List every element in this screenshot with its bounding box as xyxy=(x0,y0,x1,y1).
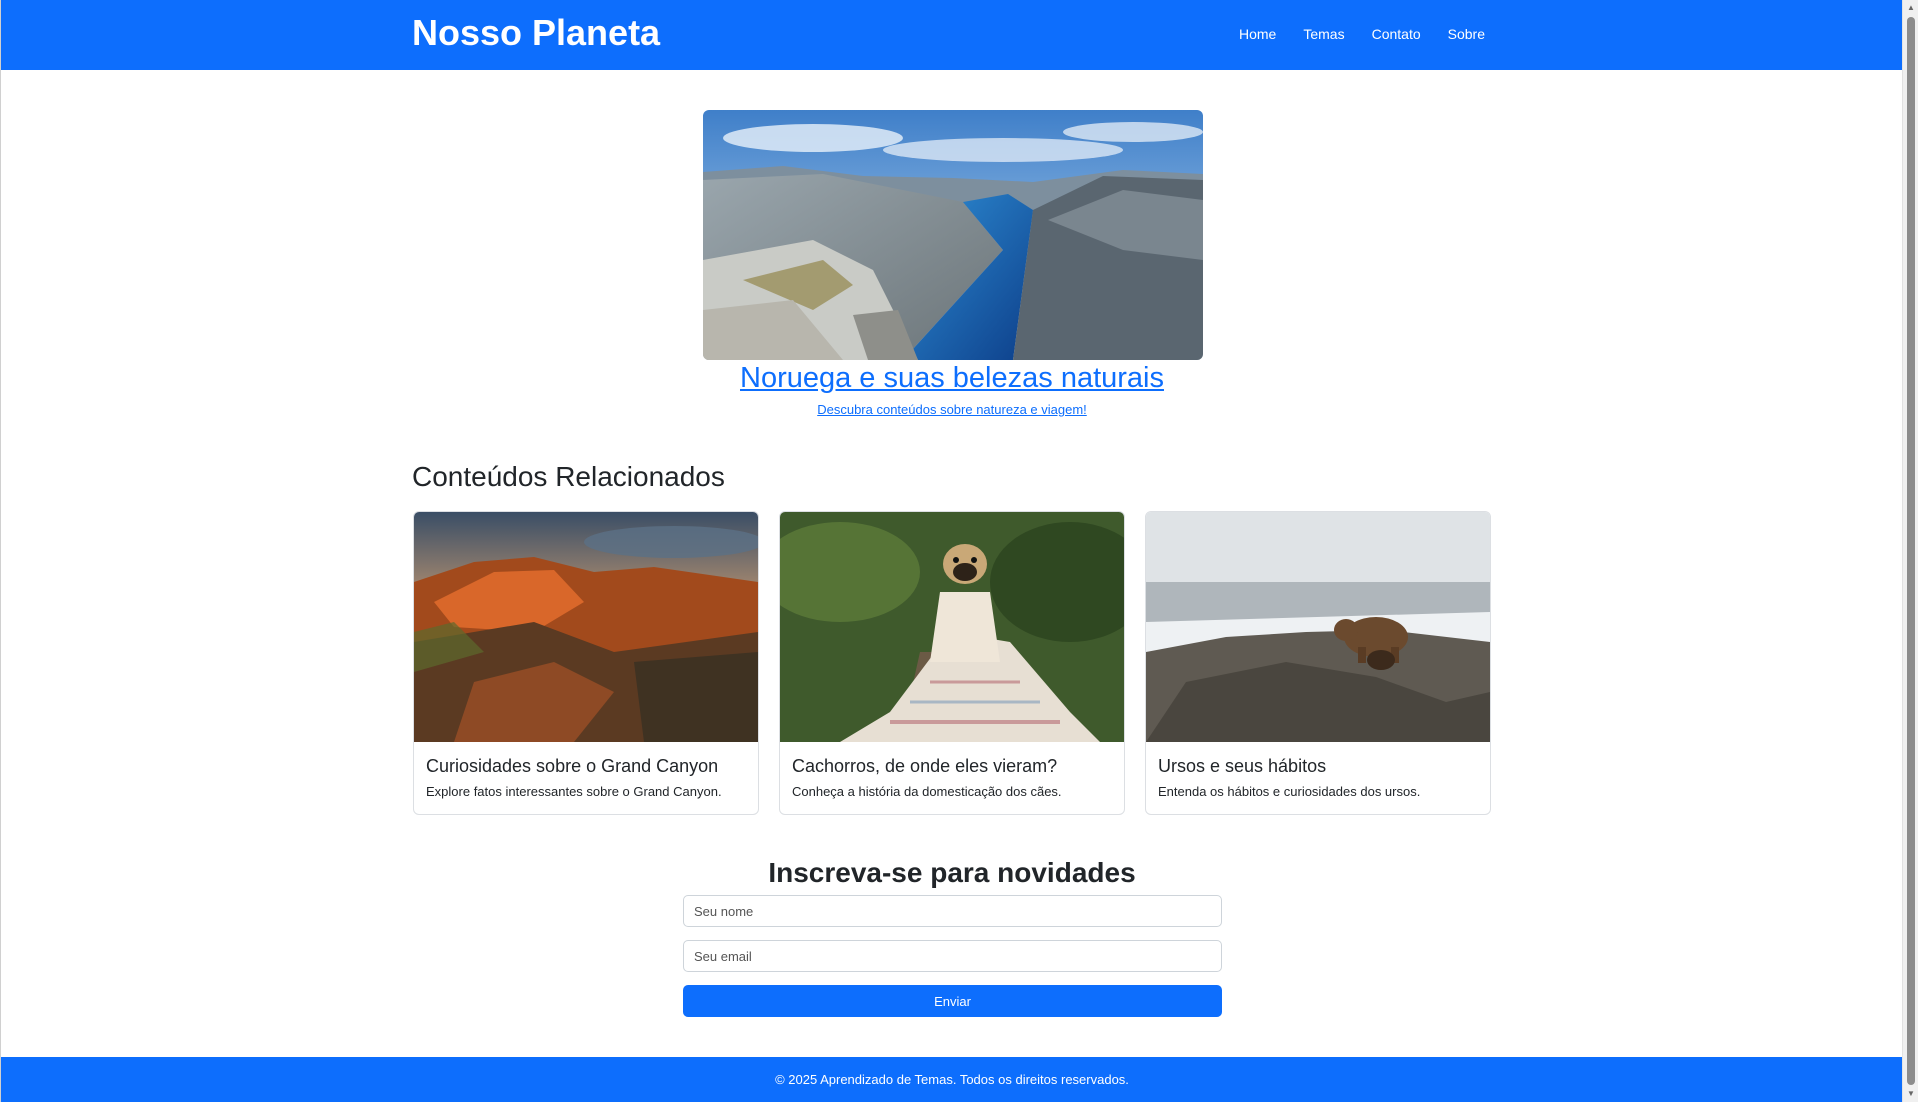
card-text: Conheça a história da domesticação dos c… xyxy=(792,784,1062,799)
nav-sobre[interactable]: Sobre xyxy=(1448,24,1485,44)
bear-image xyxy=(1146,512,1490,742)
submit-button[interactable]: Enviar xyxy=(683,985,1222,1017)
scroll-up-arrow-icon[interactable]: ▲ xyxy=(1903,0,1918,16)
hero-image[interactable] xyxy=(703,110,1203,360)
footer-copyright: © 2025 Aprendizado de Temas. Todos os di… xyxy=(775,1072,1129,1087)
card-dogs[interactable]: Cachorros, de onde eles vieram? Conheça … xyxy=(779,511,1125,815)
card-text: Entenda os hábitos e curiosidades dos ur… xyxy=(1158,784,1421,799)
name-input[interactable] xyxy=(683,895,1222,927)
card-title: Cachorros, de onde eles vieram? xyxy=(792,756,1058,776)
related-section-title: Conteúdos Relacionados xyxy=(412,461,725,492)
footer: © 2025 Aprendizado de Temas. Todos os di… xyxy=(1,1057,1903,1102)
canyon-image xyxy=(414,512,758,742)
navbar: Nosso Planeta Home Temas Contato Sobre xyxy=(1,0,1903,70)
nav-contato[interactable]: Contato xyxy=(1372,24,1421,44)
card-title: Ursos e seus hábitos xyxy=(1158,756,1327,776)
brand-logo[interactable]: Nosso Planeta xyxy=(412,12,660,54)
nav-home[interactable]: Home xyxy=(1239,24,1276,44)
nav-temas[interactable]: Temas xyxy=(1303,24,1344,44)
scroll-down-arrow-icon[interactable]: ▼ xyxy=(1903,1086,1918,1102)
scroll-thumb[interactable] xyxy=(1907,17,1915,1085)
page: Nosso Planeta Home Temas Contato Sobre N… xyxy=(0,0,1903,1102)
fjord-landscape-image xyxy=(703,110,1203,360)
card-title: Curiosidades sobre o Grand Canyon xyxy=(426,756,719,776)
card-body: Curiosidades sobre o Grand Canyon Explor… xyxy=(414,742,758,814)
card-grand-canyon[interactable]: Curiosidades sobre o Grand Canyon Explor… xyxy=(413,511,759,815)
main-nav: Home Temas Contato Sobre xyxy=(1239,24,1485,44)
card-body: Ursos e seus hábitos Entenda os hábitos … xyxy=(1146,742,1490,814)
email-input[interactable] xyxy=(683,940,1222,972)
related-cards: Curiosidades sobre o Grand Canyon Explor… xyxy=(413,511,1491,815)
hero-title-link[interactable]: Noruega e suas belezas naturais xyxy=(1,356,1903,400)
subscribe-title: Inscreva-se para novidades xyxy=(768,857,1136,888)
card-body: Cachorros, de onde eles vieram? Conheça … xyxy=(780,742,1124,814)
hero-subtitle-link[interactable]: Descubra conteúdos sobre natureza e viag… xyxy=(1,400,1903,420)
vertical-scrollbar[interactable]: ▲ ▼ xyxy=(1902,0,1918,1102)
card-text: Explore fatos interessantes sobre o Gran… xyxy=(426,784,722,799)
pug-blanket-image xyxy=(780,512,1124,742)
card-bears[interactable]: Ursos e seus hábitos Entenda os hábitos … xyxy=(1145,511,1491,815)
